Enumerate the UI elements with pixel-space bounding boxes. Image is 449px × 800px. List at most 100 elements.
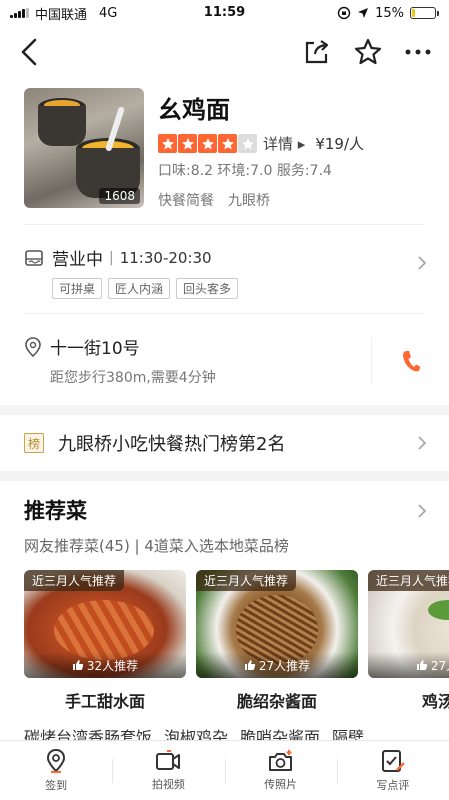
thumbs-up-icon xyxy=(244,660,256,670)
address-main: 十一街10号 xyxy=(24,334,216,359)
shop-category: 快餐简餐 xyxy=(158,193,214,209)
checkin-tab[interactable]: 签到 xyxy=(0,741,112,800)
business-hours-row[interactable]: 营业中 | 11:30-20:30 可拼桌 匠人内涵 回头客多 xyxy=(0,225,449,313)
back-arrow-icon xyxy=(21,38,37,66)
video-tab[interactable]: 拍视频 xyxy=(112,741,224,800)
share-button[interactable] xyxy=(303,38,331,66)
status-right: 15% xyxy=(337,6,439,21)
back-button[interactable] xyxy=(20,38,38,66)
section-gap xyxy=(0,471,449,481)
rating-stars xyxy=(158,134,257,153)
score-breakdown: 口味:8.2 环境:7.0 服务:7.4 xyxy=(158,163,332,179)
recommended-dishes: 推荐菜 网友推荐菜(45) | 4道菜入选本地菜品榜 近三月人气推荐 32人推荐… xyxy=(0,481,449,748)
address-block: 十一街10号 距您步行380m,需要4分钟 xyxy=(24,334,216,387)
dish-votes: 27人推荐 xyxy=(368,652,449,678)
location-pin-icon xyxy=(47,748,66,773)
nav-bar xyxy=(0,26,449,78)
dish-card[interactable]: 近三月人气推荐 27人推荐 鸡汤 xyxy=(368,570,449,712)
star-filled-icon xyxy=(218,134,237,153)
thumbs-up-icon xyxy=(72,660,84,670)
carrier-name: 中国联通 xyxy=(35,7,88,23)
star-filled-icon xyxy=(178,134,197,153)
chevron-right-icon xyxy=(418,256,427,270)
camera-icon xyxy=(268,750,292,771)
tab-label: 写点评 xyxy=(376,779,410,792)
status-bar: 中国联通 4G 15% 11:59 xyxy=(0,0,449,26)
photo-count: 1608 xyxy=(99,188,140,204)
nav-actions xyxy=(303,37,431,67)
feature-tag: 可拼桌 xyxy=(52,278,103,299)
feature-tags: 可拼桌 匠人内涵 回头客多 xyxy=(52,278,425,299)
battery-icon xyxy=(410,7,439,19)
ranking-badge: 榜 xyxy=(24,433,44,453)
signal-icon xyxy=(10,8,29,18)
video-camera-icon xyxy=(156,750,181,770)
shop-info: 幺鸡面 详情 ▸ ¥19/人 口味:8.2 环境:7.0 服务:7.4 快餐简餐… xyxy=(158,88,425,210)
ranking-row[interactable]: 榜 九眼桥小吃快餐热门榜第2名 xyxy=(0,415,449,471)
dish-list: 近三月人气推荐 32人推荐 手工甜水面 近三月人气推荐 27人推荐 脆绍杂酱面 xyxy=(24,570,449,712)
bottom-action-bar: 签到 拍视频 传照片 写点评 xyxy=(0,740,449,800)
phone-icon xyxy=(402,351,420,372)
hours-separator: | xyxy=(109,249,114,266)
dish-votes: 32人推荐 xyxy=(24,652,186,678)
star-outline-icon xyxy=(354,38,382,65)
star-empty-icon xyxy=(238,134,257,153)
store-icon xyxy=(25,249,43,266)
walking-distance: 距您步行380m,需要4分钟 xyxy=(50,370,216,386)
status-left: 中国联通 4G xyxy=(10,4,117,23)
review-tab[interactable]: 写点评 xyxy=(336,741,449,800)
dish-photo: 近三月人气推荐 32人推荐 xyxy=(24,570,186,678)
shop-name: 幺鸡面 xyxy=(158,96,230,124)
star-filled-icon xyxy=(158,134,177,153)
call-button[interactable] xyxy=(371,338,449,384)
dishes-title[interactable]: 推荐菜 xyxy=(24,495,449,525)
more-dots-icon xyxy=(405,49,431,55)
location-arrow-icon xyxy=(358,8,369,18)
tab-label: 传照片 xyxy=(264,778,298,791)
dish-name: 手工甜水面 xyxy=(64,692,145,711)
favorite-button[interactable] xyxy=(353,37,383,67)
photo-tab[interactable]: 传照片 xyxy=(224,741,337,800)
network-type: 4G xyxy=(99,5,118,21)
tab-label: 拍视频 xyxy=(151,778,185,791)
dish-votes-text: 32人推荐 xyxy=(86,658,139,673)
dish-votes: 27人推荐 xyxy=(196,652,358,678)
shop-header: 1608 幺鸡面 详情 ▸ ¥19/人 口味:8.2 环境:7.0 服务:7.4… xyxy=(0,78,449,224)
orientation-lock-icon xyxy=(337,6,351,20)
dish-card[interactable]: 近三月人气推荐 27人推荐 脆绍杂酱面 xyxy=(196,570,358,712)
battery-percent: 15% xyxy=(375,5,404,21)
open-hours: 11:30-20:30 xyxy=(119,248,212,267)
tab-label: 签到 xyxy=(45,779,68,792)
dish-name: 鸡汤 xyxy=(422,692,449,711)
section-gap xyxy=(0,405,449,415)
dish-card[interactable]: 近三月人气推荐 32人推荐 手工甜水面 xyxy=(24,570,186,712)
rating-detail-link[interactable]: 详情 ▸ xyxy=(263,133,305,154)
rating-row: 详情 ▸ ¥19/人 xyxy=(158,133,425,154)
open-status: 营业中 xyxy=(52,250,103,270)
chevron-right-icon xyxy=(418,436,427,450)
shop-photo[interactable]: 1608 xyxy=(24,88,144,208)
dish-photo: 近三月人气推荐 27人推荐 xyxy=(368,570,449,678)
write-review-icon xyxy=(381,750,405,772)
ranking-text: 九眼桥小吃快餐热门榜第2名 xyxy=(58,434,286,455)
thumbs-up-icon xyxy=(416,660,428,670)
star-filled-icon xyxy=(198,134,217,153)
more-button[interactable] xyxy=(405,48,431,56)
dish-badge: 近三月人气推荐 xyxy=(196,570,297,591)
chevron-right-icon[interactable] xyxy=(417,503,427,519)
shop-area: 九眼桥 xyxy=(228,193,270,209)
dishes-subtitle: 网友推荐菜(45) | 4道菜入选本地菜品榜 xyxy=(24,537,289,555)
feature-tag: 匠人内涵 xyxy=(108,278,171,299)
dish-badge: 近三月人气推荐 xyxy=(368,570,449,591)
dish-badge: 近三月人气推荐 xyxy=(24,570,125,591)
address-row[interactable]: 十一街10号 距您步行380m,需要4分钟 xyxy=(0,314,449,405)
street-address: 十一街10号 xyxy=(50,339,140,359)
feature-tag: 回头客多 xyxy=(176,278,239,299)
dish-votes-text: 27人推荐 xyxy=(430,658,449,673)
price-per-person: ¥19/人 xyxy=(315,135,364,153)
dish-name: 脆绍杂酱面 xyxy=(236,692,317,711)
dish-votes-text: 27人推荐 xyxy=(258,658,311,673)
hours-main: 营业中 | 11:30-20:30 xyxy=(24,245,425,270)
share-icon xyxy=(305,40,329,64)
location-pin-icon xyxy=(25,336,41,357)
